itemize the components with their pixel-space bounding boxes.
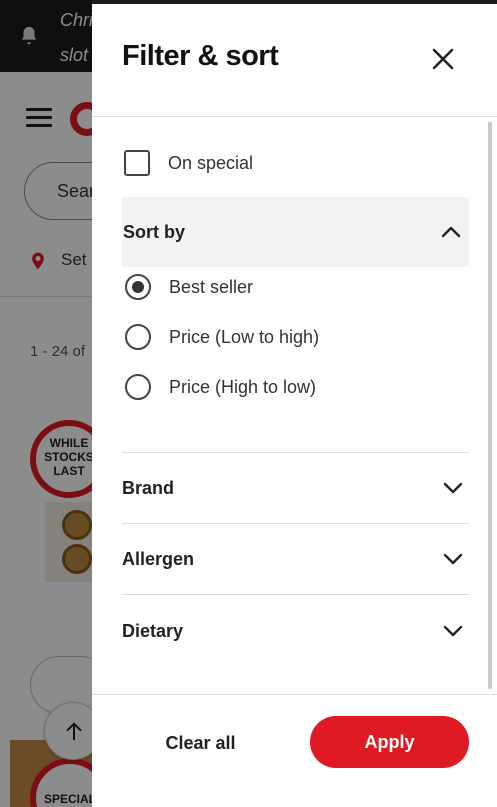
checkbox-box[interactable] (124, 150, 150, 176)
close-icon[interactable] (428, 44, 458, 74)
sort-option-label: Price (High to low) (169, 376, 317, 397)
clear-all-button[interactable]: Clear all (128, 717, 273, 769)
section-divider (122, 594, 469, 595)
radio-button[interactable] (125, 374, 151, 400)
sort-by-header[interactable]: Sort by (122, 197, 469, 267)
chevron-down-icon (443, 625, 463, 637)
radio-button[interactable] (125, 274, 151, 300)
sort-option-price-high-low[interactable]: Price (High to low) (125, 372, 316, 402)
sort-option-label: Price (Low to high) (169, 326, 320, 347)
apply-button[interactable]: Apply (310, 716, 469, 768)
brand-header[interactable]: Brand (122, 453, 469, 523)
sort-option-label: Best seller (169, 276, 254, 297)
allergen-header[interactable]: Allergen (122, 524, 469, 594)
sort-by-label: Sort by (123, 221, 186, 242)
dietary-header[interactable]: Dietary (122, 596, 469, 666)
drawer-scrollbar[interactable] (488, 122, 492, 689)
dietary-label: Dietary (122, 620, 184, 641)
allergen-label: Allergen (122, 548, 195, 569)
brand-label: Brand (122, 477, 175, 498)
on-special-label: On special (168, 152, 254, 173)
sort-option-price-low-high[interactable]: Price (Low to high) (125, 322, 319, 352)
chevron-down-icon (443, 482, 463, 494)
radio-button[interactable] (125, 324, 151, 350)
drawer-title: Filter & sort (122, 40, 279, 72)
header-divider (92, 116, 497, 117)
filter-sort-drawer: Filter & sort On special Sort by Best se… (92, 4, 497, 807)
chevron-down-icon (443, 553, 463, 565)
chevron-up-icon (441, 226, 461, 238)
sort-option-best-seller[interactable]: Best seller (125, 272, 253, 302)
footer-divider (92, 694, 497, 695)
on-special-checkbox[interactable]: On special (124, 148, 253, 178)
